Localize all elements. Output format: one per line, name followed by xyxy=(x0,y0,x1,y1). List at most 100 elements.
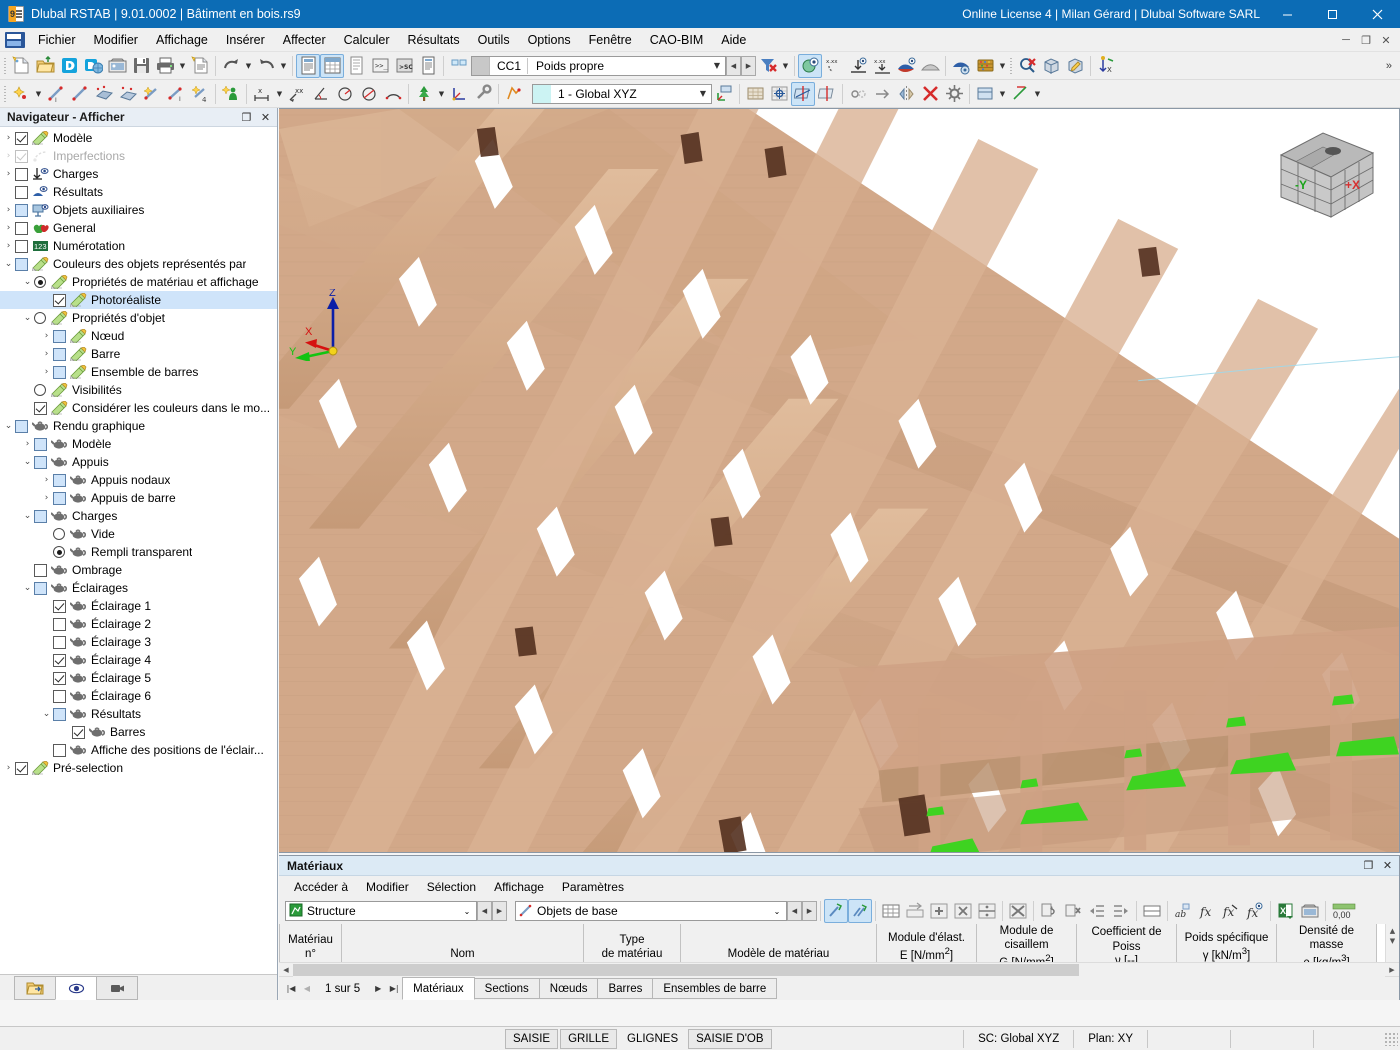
tab-materiaux[interactable]: Matériaux xyxy=(402,977,475,1000)
chevron-right-icon[interactable]: › xyxy=(2,241,15,251)
axis-orientation-icon[interactable]: X xyxy=(1094,54,1118,78)
structure-prev-button[interactable]: ◀ xyxy=(477,901,492,921)
tree-item-checkbox[interactable] xyxy=(53,672,66,685)
column-header[interactable]: Matériaun° xyxy=(280,924,342,962)
toolbar-overflow-button[interactable]: » xyxy=(1386,60,1392,72)
tree-item[interactable]: Vide xyxy=(0,525,277,543)
dimension-diameter-icon[interactable] xyxy=(357,82,381,106)
objects-combo[interactable]: Objets de base ⌄ xyxy=(515,901,787,921)
data-table-icon[interactable] xyxy=(344,54,368,78)
render-mode-icon[interactable] xyxy=(798,54,822,78)
node-dropdown-caret[interactable]: ▼ xyxy=(33,82,44,106)
tree-item-checkbox[interactable] xyxy=(72,726,85,739)
decimal-places-button[interactable]: 0,00 xyxy=(1329,899,1359,923)
copy-object-icon[interactable] xyxy=(846,82,870,106)
next-page-button[interactable]: ▶ xyxy=(370,979,386,999)
tree-item[interactable]: ›Pré-selection xyxy=(0,759,277,777)
last-page-button[interactable]: ▶| xyxy=(386,979,402,999)
tree-item[interactable]: Éclairage 4 xyxy=(0,651,277,669)
tree-item[interactable]: ›General xyxy=(0,219,277,237)
tree-item-checkbox[interactable] xyxy=(15,240,28,253)
menu-calculer[interactable]: Calculer xyxy=(335,30,399,50)
tree-item-checkbox[interactable] xyxy=(34,402,47,415)
new-node-icon[interactable] xyxy=(9,82,33,106)
scroll-down-icon[interactable]: ▼ xyxy=(1386,934,1399,948)
column-header[interactable]: Module de cisaillemG [N/mm2] xyxy=(977,924,1077,962)
tree-item[interactable]: ›Modèle xyxy=(0,435,277,453)
printout-list-icon[interactable] xyxy=(416,54,440,78)
undo-icon[interactable] xyxy=(219,54,243,78)
tree-item-checkbox[interactable] xyxy=(15,420,28,433)
hscroll-thumb[interactable] xyxy=(293,964,1079,976)
navigator-tree[interactable]: ›Modèle›Imperfections›ChargesRésultats›O… xyxy=(0,127,277,974)
tree-item[interactable]: Ombrage xyxy=(0,561,277,579)
model-3d-viewport[interactable]: Z X Y -Y +X xyxy=(279,108,1400,853)
tree-item-checkbox[interactable] xyxy=(53,636,66,649)
prev-page-button[interactable]: ◀ xyxy=(299,979,315,999)
table-menu-acceder[interactable]: Accéder à xyxy=(285,878,357,896)
web-services-icon[interactable] xyxy=(81,54,105,78)
table-remove-row-icon[interactable] xyxy=(951,899,975,923)
toolbar-grip[interactable] xyxy=(1008,56,1015,76)
tree-item-checkbox[interactable] xyxy=(15,132,28,145)
export-excel-icon[interactable]: X xyxy=(1274,899,1298,923)
tree-item[interactable]: Éclairage 2 xyxy=(0,615,277,633)
dimension-xx-icon[interactable]: xx xyxy=(285,82,309,106)
tree-item-checkbox[interactable] xyxy=(34,582,47,595)
table-menu-affichage[interactable]: Affichage xyxy=(485,878,553,896)
table-split-icon[interactable] xyxy=(975,899,999,923)
undo-dropdown-caret[interactable]: ▼ xyxy=(243,54,254,78)
menu-options[interactable]: Options xyxy=(519,30,580,50)
tree-item-checkbox[interactable] xyxy=(53,618,66,631)
menu-outils[interactable]: Outils xyxy=(469,30,519,50)
objects-prev-button[interactable]: ◀ xyxy=(787,901,802,921)
section-cut-icon[interactable] xyxy=(1008,82,1032,106)
calculator-icon[interactable] xyxy=(973,54,997,78)
tree-item-checkbox[interactable] xyxy=(15,258,28,271)
tree-item-checkbox[interactable] xyxy=(34,438,47,451)
tree-item[interactable]: ⌄Éclairages xyxy=(0,579,277,597)
tree-item-checkbox[interactable] xyxy=(53,654,66,667)
mdi-close-icon[interactable]: ✕ xyxy=(1376,34,1396,47)
tree-item-checkbox[interactable] xyxy=(53,690,66,703)
tree-item-radio[interactable] xyxy=(53,546,65,558)
toolbar-grip[interactable] xyxy=(2,84,9,104)
grid-plane-icon[interactable] xyxy=(743,82,767,106)
tree-item[interactable]: Éclairage 3 xyxy=(0,633,277,651)
tree-item[interactable]: ›Barre xyxy=(0,345,277,363)
move-object-icon[interactable] xyxy=(870,82,894,106)
column-header[interactable]: Nom xyxy=(342,924,584,962)
coord-system-chevron-down-icon[interactable]: ▼ xyxy=(695,85,711,103)
mdi-minimize-icon[interactable]: ─ xyxy=(1336,34,1356,46)
table-add-row-icon[interactable] xyxy=(927,899,951,923)
tree-item-checkbox[interactable] xyxy=(15,150,28,163)
materials-table[interactable]: Matériaun° NomTypede matériau Modèle de … xyxy=(279,924,1377,962)
tree-item-checkbox[interactable] xyxy=(15,186,28,199)
tree-item-checkbox[interactable] xyxy=(53,474,66,487)
chevron-down-icon[interactable]: ⌄ xyxy=(2,259,15,269)
resize-grip[interactable] xyxy=(1384,1032,1398,1046)
structure-next-button[interactable]: ▶ xyxy=(492,901,507,921)
close-button[interactable] xyxy=(1355,0,1400,28)
tree-item[interactable]: Éclairage 1 xyxy=(0,597,277,615)
new-surface-icon[interactable] xyxy=(92,82,116,106)
formula-view-icon[interactable]: fx xyxy=(1243,899,1267,923)
table-menu-parametres[interactable]: Paramètres xyxy=(553,878,633,896)
coordinate-system-icon[interactable] xyxy=(447,82,471,106)
section-dropdown-caret[interactable]: ▼ xyxy=(1032,82,1043,106)
table-header-icon[interactable] xyxy=(1140,899,1164,923)
select-in-graphic-icon[interactable] xyxy=(824,899,848,923)
chevron-right-icon[interactable]: › xyxy=(2,763,15,773)
chevron-right-icon[interactable]: › xyxy=(2,223,15,233)
menu-fichier[interactable]: Fichier xyxy=(29,30,85,50)
tree-item-checkbox[interactable] xyxy=(15,204,28,217)
toolbar-grip[interactable] xyxy=(2,56,9,76)
filter-dropdown-caret[interactable]: ▼ xyxy=(780,54,791,78)
status-button-saisie[interactable]: SAISIE xyxy=(505,1029,558,1049)
tab-ensembles-de-barre[interactable]: Ensembles de barre xyxy=(652,978,777,999)
menu-fenetre[interactable]: Fenêtre xyxy=(580,30,641,50)
tree-item[interactable]: ⌄Propriétés d'objet xyxy=(0,309,277,327)
table-indent-left-icon[interactable] xyxy=(1085,899,1109,923)
delete-filter-icon[interactable] xyxy=(756,54,780,78)
dimension-radius-icon[interactable] xyxy=(333,82,357,106)
